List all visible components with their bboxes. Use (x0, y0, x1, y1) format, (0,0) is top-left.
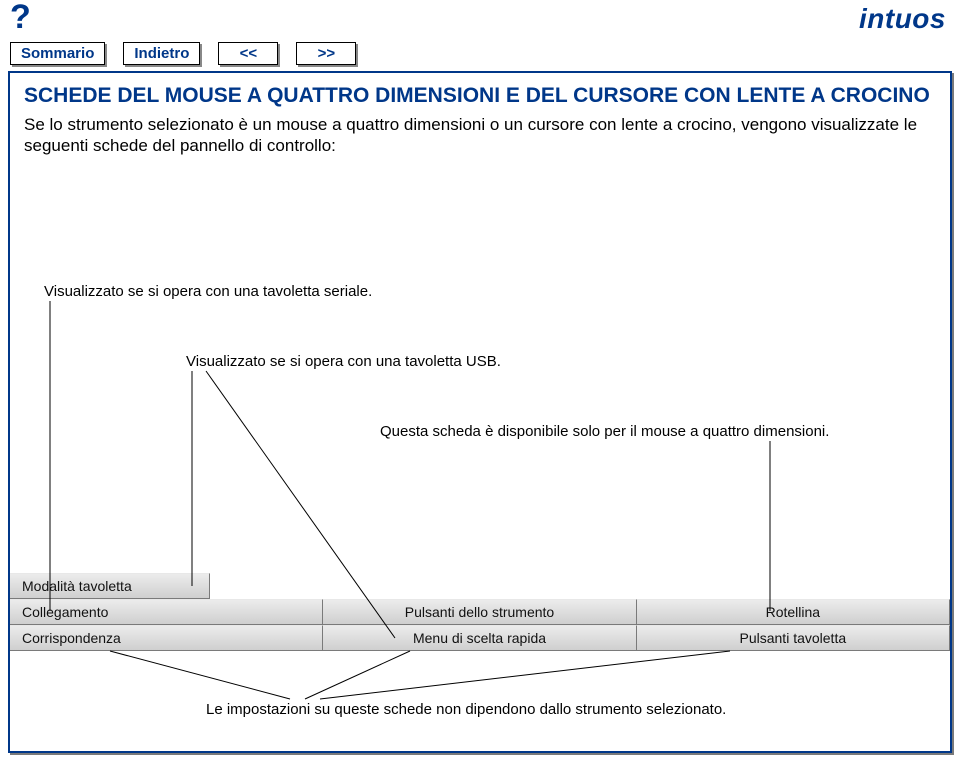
tab-menu-scelta-rapida[interactable]: Menu di scelta rapida (323, 625, 636, 651)
annotation-usb: Visualizzato se si opera con una tavolet… (186, 353, 616, 370)
main-frame: SCHEDE DEL MOUSE A QUATTRO DIMENSIONI E … (8, 71, 952, 753)
tab-pulsanti-strumento[interactable]: Pulsanti dello strumento (323, 599, 636, 625)
tab-corrispondenza[interactable]: Corrispondenza (10, 625, 323, 651)
nav-summary-button[interactable]: Sommario (10, 42, 105, 65)
nav-row: Sommario Indietro << >> (0, 38, 960, 71)
annotation-footer: Le impostazioni su queste schede non dip… (206, 701, 726, 718)
logo: intuos (859, 3, 946, 35)
annotation-serial: Visualizzato se si opera con una tavolet… (44, 283, 474, 300)
nav-next-button[interactable]: >> (296, 42, 356, 65)
annotation-fourd: Questa scheda è disponibile solo per il … (380, 423, 900, 440)
tab-rotellina[interactable]: Rotellina (637, 599, 950, 625)
tabs-area: Modalità tavoletta Collegamento Pulsanti… (10, 573, 950, 651)
tab-collegamento[interactable]: Collegamento (10, 599, 323, 625)
tab-pulsanti-tavoletta[interactable]: Pulsanti tavoletta (637, 625, 950, 651)
help-icon[interactable]: ? (10, 0, 31, 34)
tab-modalita-tavoletta[interactable]: Modalità tavoletta (10, 573, 210, 599)
page-title: SCHEDE DEL MOUSE A QUATTRO DIMENSIONI E … (24, 83, 936, 108)
intro-paragraph: Se lo strumento selezionato è un mouse a… (24, 114, 936, 157)
nav-prev-button[interactable]: << (218, 42, 278, 65)
nav-back-button[interactable]: Indietro (123, 42, 200, 65)
callout-lines (10, 73, 938, 753)
